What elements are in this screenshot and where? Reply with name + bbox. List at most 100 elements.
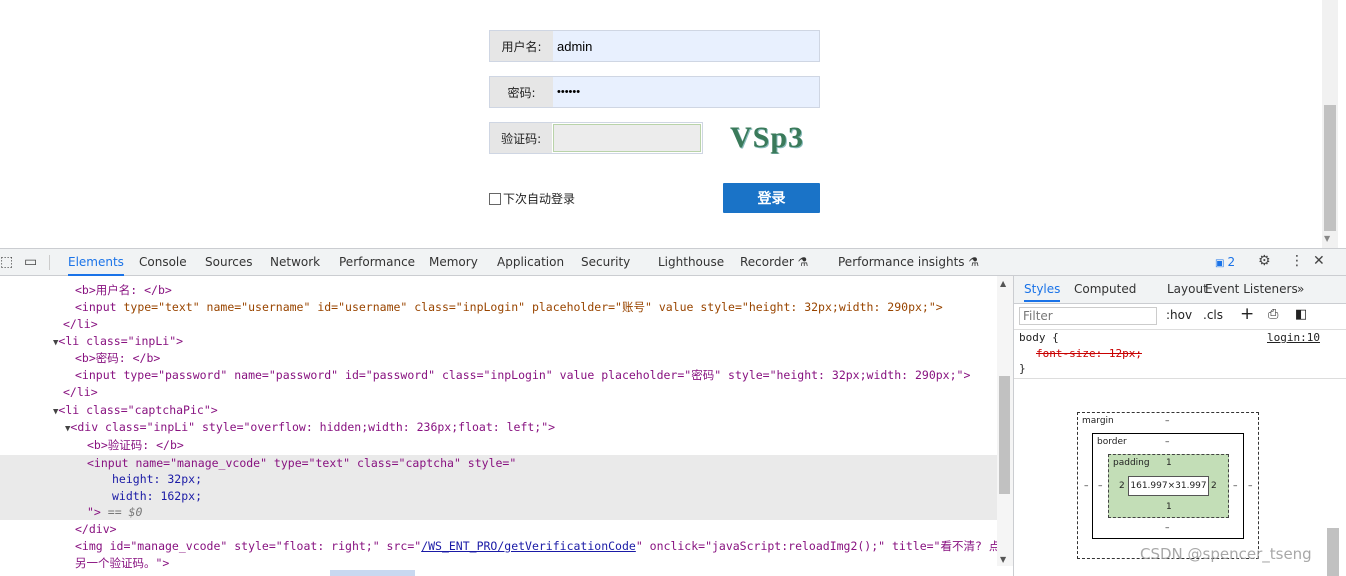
new-rule-icon[interactable]: + — [1240, 304, 1254, 324]
tab-application[interactable]: Application — [497, 249, 564, 276]
captcha-image[interactable]: VSp3 — [730, 121, 820, 154]
settings-gear-icon[interactable]: ⚙ — [1258, 253, 1271, 269]
toggle-rendering-icon[interactable]: ⎙ — [1268, 307, 1278, 322]
password-input[interactable]: •••••• — [553, 77, 819, 107]
padding-right-value: 2 — [1211, 481, 1217, 491]
inspect-element-icon[interactable]: ⬚ — [0, 254, 13, 270]
issues-badge[interactable]: ▣ 2 — [1215, 249, 1235, 276]
code-line[interactable]: <input name="manage_vcode" type="text" c… — [87, 455, 516, 472]
code-text: <input name="manage_vcode" type="text" c… — [87, 456, 517, 470]
padding-label: padding — [1113, 458, 1150, 468]
code-text: type="text" name="username" id="username… — [123, 300, 943, 314]
page-scrollbar-thumb[interactable] — [1324, 105, 1336, 231]
scroll-down-icon[interactable]: ▼ — [1324, 234, 1330, 243]
tab-security[interactable]: Security — [581, 249, 630, 276]
tab-styles[interactable]: Styles — [1024, 276, 1061, 302]
tab-computed[interactable]: Computed — [1074, 276, 1136, 302]
toggle-sidebar-icon[interactable]: ◧ — [1295, 307, 1307, 322]
code-line[interactable]: <b>验证码: </b> — [87, 437, 184, 454]
username-label: 用户名: — [490, 31, 553, 61]
code-line[interactable]: <b>用户名: </b> — [75, 282, 172, 299]
login-page: 用户名: admin 密码: •••••• 验证码: VSp3 下次自动登录 登… — [0, 0, 1322, 248]
tab-recorder[interactable]: Recorder ⚗ — [740, 249, 808, 276]
devtools-tab-bar: ⬚ ▭ Elements Console Sources Network Per… — [0, 248, 1346, 276]
code-text: "> — [87, 505, 101, 519]
code-line[interactable]: <img id="manage_vcode" style="float: rig… — [75, 538, 1013, 555]
code-text: </li> — [63, 317, 98, 331]
scroll-up-icon[interactable]: ▲ — [1000, 279, 1006, 288]
code-line[interactable]: </li> — [63, 316, 98, 333]
code-line[interactable]: ▼<div class="inpLi" style="overflow: hid… — [65, 419, 555, 436]
hov-button[interactable]: :hov — [1166, 308, 1192, 322]
code-line[interactable]: ▼<li class="inpLi"> — [53, 333, 183, 350]
horizontal-scrollbar-thumb[interactable] — [330, 570, 415, 576]
device-toolbar-icon[interactable]: ▭ — [24, 254, 37, 270]
cls-button[interactable]: .cls — [1203, 308, 1223, 322]
code-line[interactable]: <input type="text" name="username" id="u… — [75, 299, 943, 316]
code-line[interactable]: </div> — [75, 521, 117, 538]
autologin-option[interactable]: 下次自动登录 — [489, 190, 575, 207]
code-line[interactable]: </li> — [63, 384, 98, 401]
rule-selector[interactable]: body { — [1019, 331, 1059, 344]
code-text: <input type="password" name="password" i… — [75, 368, 971, 382]
tab-event-listeners[interactable]: Event Listeners — [1205, 276, 1298, 302]
captcha-text: VSp3 — [730, 121, 805, 154]
code-text: </div> — [75, 522, 117, 536]
padding-bottom-value: 1 — [1166, 502, 1172, 512]
code-line[interactable]: <b>密码: </b> — [75, 350, 160, 367]
code-text: <b>密码: </b> — [75, 351, 161, 365]
scroll-down-icon[interactable]: ▼ — [1000, 555, 1006, 564]
code-text: <li class="captchaPic"> — [58, 403, 218, 417]
margin-right-value: – — [1248, 481, 1253, 491]
styles-filter-input[interactable]: Filter — [1019, 307, 1157, 325]
code-text: <img id="manage_vcode" style="float: rig… — [75, 539, 422, 553]
code-text: <div class="inpLi" style="overflow: hidd… — [70, 420, 556, 434]
border-label: border — [1097, 437, 1127, 447]
styles-scrollbar-thumb[interactable] — [1327, 528, 1339, 576]
tab-performance[interactable]: Performance — [339, 249, 415, 276]
username-input[interactable]: admin — [553, 31, 819, 61]
tab-elements[interactable]: Elements — [68, 249, 124, 276]
more-menu-icon[interactable]: ⋮ — [1290, 253, 1304, 269]
tab-lighthouse[interactable]: Lighthouse — [658, 249, 724, 276]
tab-memory[interactable]: Memory — [429, 249, 478, 276]
tab-recorder-label: Recorder — [740, 255, 794, 269]
tab-console[interactable]: Console — [139, 249, 187, 276]
source-link[interactable]: /WS_ENT_PRO/getVerificationCode — [421, 539, 636, 553]
code-line[interactable]: <input type="password" name="password" i… — [75, 367, 970, 384]
code-text: <b>验证码: </b> — [87, 438, 184, 452]
code-text: <li class="inpLi"> — [58, 334, 184, 348]
border-right-value: – — [1233, 481, 1238, 491]
captcha-label: 验证码: — [490, 123, 553, 153]
code-text: <b>用户名: </b> — [75, 283, 172, 297]
code-line[interactable]: ▼<li class="captchaPic"> — [53, 402, 218, 419]
close-devtools-icon[interactable]: ✕ — [1313, 253, 1325, 269]
rule-source-link[interactable]: login:10 — [1267, 331, 1320, 344]
autologin-checkbox[interactable] — [489, 192, 501, 205]
selected-node-marker: == $0 — [100, 505, 143, 519]
code-line[interactable]: "> == $0 — [87, 504, 142, 521]
tab-sources[interactable]: Sources — [205, 249, 252, 276]
login-button[interactable]: 登录 — [723, 183, 820, 213]
captcha-input[interactable] — [553, 124, 701, 152]
margin-label: margin — [1082, 416, 1114, 426]
code-text: " onclick="javaScript:reloadImg2();" tit… — [635, 539, 1013, 553]
more-tabs-icon[interactable]: » — [1297, 276, 1304, 302]
code-line[interactable]: height: 32px; — [112, 471, 202, 488]
code-text: width: 162px; — [112, 489, 203, 503]
box-model-content[interactable]: 161.997×31.997 — [1128, 476, 1209, 496]
tab-layout[interactable]: Layout — [1167, 276, 1208, 302]
code-line[interactable]: 另一个验证码。"> — [75, 555, 169, 572]
code-text: </li> — [63, 385, 98, 399]
flask-icon: ⚗ — [968, 255, 980, 269]
rule-close: } — [1019, 362, 1026, 375]
code-line[interactable]: width: 162px; — [112, 488, 202, 505]
tab-network[interactable]: Network — [270, 249, 320, 276]
rule-property[interactable]: font-size: 12px; — [1036, 347, 1142, 360]
tab-performance-insights[interactable]: Performance insights ⚗ — [838, 249, 979, 276]
border-top-value: – — [1165, 437, 1170, 447]
tab-performance-insights-label: Performance insights — [838, 255, 965, 269]
margin-top-value: – — [1165, 416, 1170, 426]
elements-scrollbar-thumb[interactable] — [999, 376, 1010, 494]
watermark: CSDN @spencer_tseng — [1140, 545, 1312, 563]
